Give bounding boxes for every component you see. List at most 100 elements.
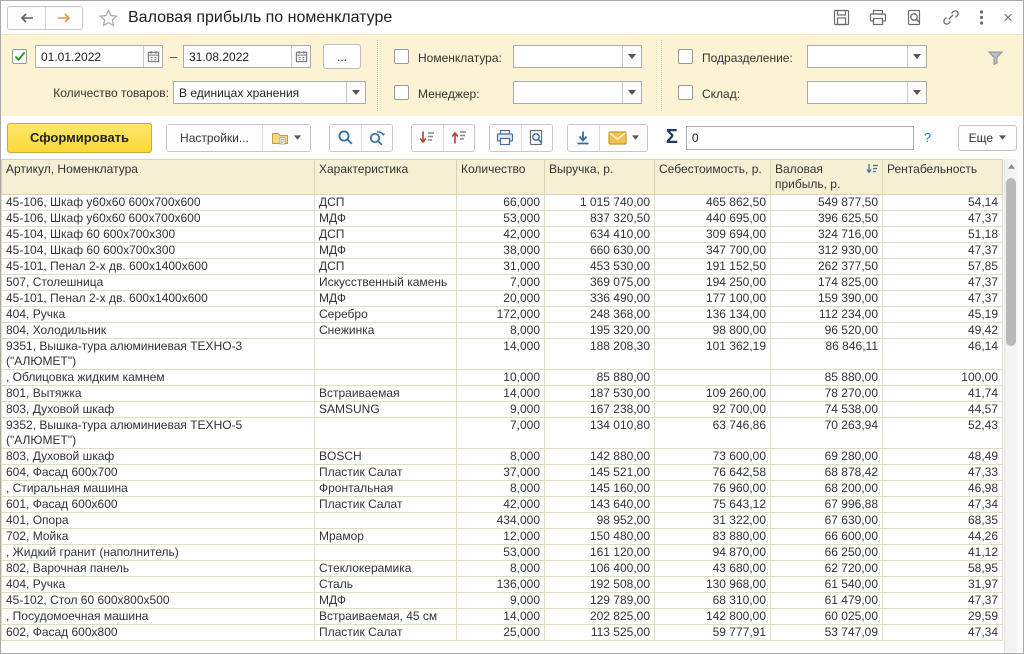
- table-row[interactable]: 9351, Вышка-тура алюминиевая ТЕХНО-3 ("А…: [2, 339, 1003, 370]
- table-cell[interactable]: 62 720,00: [771, 561, 883, 577]
- table-cell[interactable]: 601, Фасад 600х600: [2, 497, 315, 513]
- table-cell[interactable]: 195 320,00: [545, 323, 655, 339]
- table-cell[interactable]: 101 362,19: [655, 339, 771, 370]
- table-cell[interactable]: [655, 370, 771, 386]
- table-cell[interactable]: 76 642,58: [655, 465, 771, 481]
- table-cell[interactable]: 61 540,00: [771, 577, 883, 593]
- table-cell[interactable]: 66 600,00: [771, 529, 883, 545]
- table-row[interactable]: 401, Опора434,00098 952,0031 322,0067 63…: [2, 513, 1003, 529]
- table-cell[interactable]: 45,19: [883, 307, 1003, 323]
- print-preview-button[interactable]: [521, 125, 552, 151]
- table-cell[interactable]: 602, Фасад 600х800: [2, 625, 315, 641]
- table-cell[interactable]: 83 880,00: [655, 529, 771, 545]
- table-cell[interactable]: 68 310,00: [655, 593, 771, 609]
- table-cell[interactable]: 14,000: [457, 609, 545, 625]
- table-cell[interactable]: 31,000: [457, 259, 545, 275]
- table-cell[interactable]: 47,37: [883, 291, 1003, 307]
- table-cell[interactable]: 47,34: [883, 497, 1003, 513]
- table-cell[interactable]: 177 100,00: [655, 291, 771, 307]
- generate-button[interactable]: Сформировать: [7, 123, 152, 153]
- table-cell[interactable]: 188 208,30: [545, 339, 655, 370]
- table-cell[interactable]: 801, Вытяжка: [2, 386, 315, 402]
- table-cell[interactable]: 25,000: [457, 625, 545, 641]
- table-cell[interactable]: ДСП: [315, 195, 457, 211]
- table-cell[interactable]: Фронтальная: [315, 481, 457, 497]
- table-cell[interactable]: 145 160,00: [545, 481, 655, 497]
- table-cell[interactable]: Серебро: [315, 307, 457, 323]
- table-cell[interactable]: 113 525,00: [545, 625, 655, 641]
- table-cell[interactable]: 802, Варочная панель: [2, 561, 315, 577]
- table-cell[interactable]: 702, Мойка: [2, 529, 315, 545]
- table-cell[interactable]: 404, Ручка: [2, 307, 315, 323]
- vertical-scrollbar[interactable]: [1004, 159, 1017, 653]
- print-report-button[interactable]: [490, 125, 521, 151]
- table-cell[interactable]: Встраиваемая: [315, 386, 457, 402]
- table-cell[interactable]: 45-102, Стол 60 600х800х500: [2, 593, 315, 609]
- table-cell[interactable]: 49,42: [883, 323, 1003, 339]
- chevron-down-icon[interactable]: [622, 46, 641, 67]
- column-header-cost[interactable]: Себестоимость, р.: [655, 160, 771, 195]
- table-row[interactable]: 45-102, Стол 60 600х800х500МДФ9,000129 7…: [2, 593, 1003, 609]
- table-cell[interactable]: 44,26: [883, 529, 1003, 545]
- table-cell[interactable]: 74 538,00: [771, 402, 883, 418]
- table-cell[interactable]: 803, Духовой шкаф: [2, 449, 315, 465]
- nomenclature-select[interactable]: [513, 45, 642, 68]
- table-cell[interactable]: МДФ: [315, 291, 457, 307]
- table-cell[interactable]: 8,000: [457, 561, 545, 577]
- table-cell[interactable]: 12,000: [457, 529, 545, 545]
- table-cell[interactable]: 68,35: [883, 513, 1003, 529]
- table-cell[interactable]: 29,59: [883, 609, 1003, 625]
- table-cell[interactable]: 1 015 740,00: [545, 195, 655, 211]
- table-cell[interactable]: 68 878,42: [771, 465, 883, 481]
- table-cell[interactable]: 434,000: [457, 513, 545, 529]
- link-icon[interactable]: [942, 9, 960, 26]
- table-cell[interactable]: , Облицовка жидким камнем: [2, 370, 315, 386]
- table-cell[interactable]: 41,12: [883, 545, 1003, 561]
- table-row[interactable]: 507, СтолешницаИскусственный камень7,000…: [2, 275, 1003, 291]
- table-row[interactable]: 702, МойкаМрамор12,000150 480,0083 880,0…: [2, 529, 1003, 545]
- table-cell[interactable]: 98 800,00: [655, 323, 771, 339]
- table-cell[interactable]: 660 630,00: [545, 243, 655, 259]
- table-cell[interactable]: 136,000: [457, 577, 545, 593]
- table-row[interactable]: 45-104, Шкаф 60 600х700х300ДСП42,000634 …: [2, 227, 1003, 243]
- table-row[interactable]: , Жидкий гранит (наполнитель)53,000161 1…: [2, 545, 1003, 561]
- collapse-groups-button[interactable]: [443, 125, 474, 151]
- department-checkbox[interactable]: [678, 49, 693, 64]
- manager-select[interactable]: [513, 81, 642, 104]
- table-cell[interactable]: Встраиваемая, 45 см: [315, 609, 457, 625]
- table-cell[interactable]: 37,000: [457, 465, 545, 481]
- table-cell[interactable]: Мрамор: [315, 529, 457, 545]
- period-to-input[interactable]: 31.08.2022: [183, 45, 311, 68]
- table-row[interactable]: , Стиральная машинаФронтальная8,000145 1…: [2, 481, 1003, 497]
- table-cell[interactable]: 60 025,00: [771, 609, 883, 625]
- table-cell[interactable]: 31 322,00: [655, 513, 771, 529]
- table-cell[interactable]: 837 320,50: [545, 211, 655, 227]
- table-row[interactable]: 602, Фасад 600х800Пластик Салат25,000113…: [2, 625, 1003, 641]
- table-cell[interactable]: 336 490,00: [545, 291, 655, 307]
- table-row[interactable]: , Посудомоечная машинаВстраиваемая, 45 с…: [2, 609, 1003, 625]
- table-cell[interactable]: 42,000: [457, 497, 545, 513]
- table-cell[interactable]: 66 250,00: [771, 545, 883, 561]
- period-checkbox[interactable]: [12, 49, 27, 64]
- table-cell[interactable]: 130 968,00: [655, 577, 771, 593]
- department-select[interactable]: [807, 45, 927, 68]
- table-cell[interactable]: 159 390,00: [771, 291, 883, 307]
- calendar-icon[interactable]: [291, 46, 310, 67]
- table-cell[interactable]: , Жидкий гранит (наполнитель): [2, 545, 315, 561]
- calendar-icon[interactable]: [143, 46, 162, 67]
- table-cell[interactable]: 112 234,00: [771, 307, 883, 323]
- chevron-down-icon[interactable]: [622, 82, 641, 103]
- scrollbar-up-arrow[interactable]: [1005, 159, 1017, 174]
- table-cell[interactable]: 309 694,00: [655, 227, 771, 243]
- table-row[interactable]: 604, Фасад 600х700Пластик Салат37,000145…: [2, 465, 1003, 481]
- table-cell[interactable]: 52,43: [883, 418, 1003, 449]
- table-cell[interactable]: 67 996,88: [771, 497, 883, 513]
- table-cell[interactable]: 143 640,00: [545, 497, 655, 513]
- menu-kebab-icon[interactable]: [979, 9, 984, 26]
- table-cell[interactable]: 187 530,00: [545, 386, 655, 402]
- print-icon[interactable]: [869, 9, 887, 26]
- table-cell[interactable]: 129 789,00: [545, 593, 655, 609]
- table-cell[interactable]: , Стиральная машина: [2, 481, 315, 497]
- table-row[interactable]: 802, Варочная панельСтеклокерамика8,0001…: [2, 561, 1003, 577]
- column-header-margin[interactable]: Рентабельность: [883, 160, 1003, 195]
